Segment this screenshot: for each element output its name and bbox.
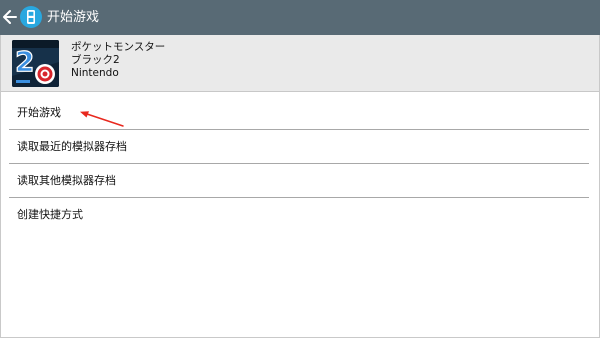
svg-text:2: 2 (15, 45, 34, 78)
menu-item-label: 读取最近的模拟器存档 (17, 140, 127, 153)
menu-item-create-shortcut[interactable]: 创建快捷方式 (9, 198, 589, 231)
game-cover-icon: 2 (12, 40, 59, 87)
game-publisher: Nintendo (71, 67, 119, 79)
action-bar: 开始游戏 (0, 0, 600, 35)
game-title-line2: ブラック2 (71, 54, 120, 66)
menu-item-label: 读取其他模拟器存档 (17, 174, 116, 187)
game-info-header: 2 ポケットモンスター ブラック2 Nintendo (1, 35, 599, 92)
back-arrow-icon[interactable] (3, 9, 17, 25)
game-title-line1: ポケットモンスター (71, 41, 166, 53)
game-title: ポケットモンスター ブラック2 Nintendo (71, 41, 165, 80)
menu-item-label: 开始游戏 (17, 106, 61, 119)
ds-console-icon (20, 6, 42, 28)
menu-item-load-recent-save[interactable]: 读取最近的模拟器存档 (9, 130, 589, 164)
menu-item-label: 创建快捷方式 (17, 208, 83, 221)
menu-item-load-other-save[interactable]: 读取其他模拟器存档 (9, 164, 589, 198)
red-pointer-arrow-icon (80, 111, 124, 127)
page-title: 开始游戏 (47, 10, 100, 25)
